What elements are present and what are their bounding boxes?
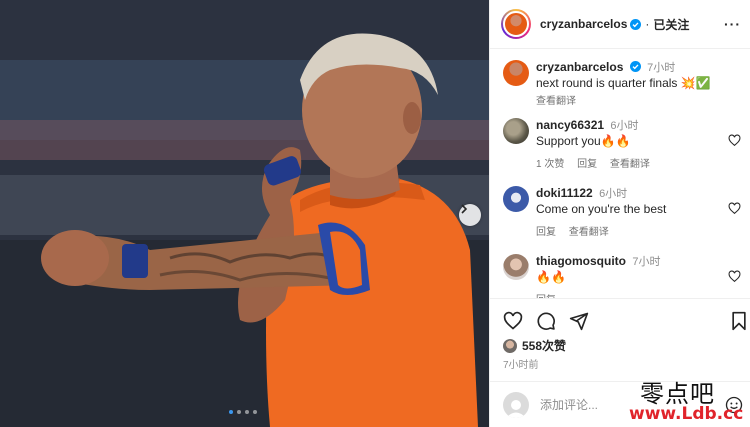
comment-username[interactable]: nancy66321 bbox=[536, 118, 604, 132]
comment-username[interactable]: thiagomosquito bbox=[536, 254, 626, 268]
avatar[interactable] bbox=[503, 254, 529, 280]
avatar[interactable] bbox=[503, 186, 529, 212]
carousel-dot bbox=[229, 410, 233, 414]
comment-time: 6小时 bbox=[610, 120, 639, 132]
save-bookmark-icon[interactable] bbox=[729, 311, 749, 331]
more-options-icon[interactable]: ··· bbox=[724, 16, 741, 32]
comment-bubble-icon[interactable] bbox=[536, 311, 556, 331]
post-side-panel: cryzanbarcelos · 已关注 ··· cryzanbarcelos … bbox=[489, 0, 750, 427]
carousel-dot bbox=[237, 410, 241, 414]
avatar[interactable] bbox=[503, 118, 529, 144]
comment-text: Support you🔥🔥 bbox=[536, 134, 631, 148]
carousel-dot bbox=[253, 410, 257, 414]
share-send-icon[interactable] bbox=[569, 311, 589, 331]
comment-time: 6小时 bbox=[599, 188, 628, 200]
comment-time: 7小时 bbox=[632, 256, 661, 268]
see-translation-link[interactable]: 查看翻译 bbox=[569, 227, 609, 238]
header-separator: · bbox=[645, 17, 650, 31]
comment-text: next round is quarter finals 💥✅ bbox=[536, 76, 711, 90]
like-comment-heart-icon[interactable] bbox=[728, 270, 741, 283]
likes-count[interactable]: 558次赞 bbox=[522, 337, 566, 354]
like-heart-icon[interactable] bbox=[503, 311, 523, 331]
current-user-avatar bbox=[503, 391, 529, 418]
comment-likes[interactable]: 1 次赞 bbox=[536, 159, 564, 170]
comment-time: 7小时 bbox=[647, 62, 676, 74]
next-image-button[interactable] bbox=[459, 204, 481, 226]
verified-badge-icon bbox=[629, 61, 641, 72]
see-translation-link[interactable]: 查看翻译 bbox=[536, 96, 576, 107]
post-header: cryzanbarcelos · 已关注 ··· bbox=[490, 0, 750, 49]
comment-text: Come on you're the best bbox=[536, 202, 667, 216]
avatar[interactable] bbox=[503, 60, 529, 86]
verified-badge-icon bbox=[630, 18, 642, 30]
player-illustration bbox=[0, 0, 489, 427]
carousel-dots bbox=[229, 410, 257, 414]
likes-row[interactable]: 558次赞 bbox=[503, 337, 566, 354]
see-translation-link[interactable]: 查看翻译 bbox=[610, 159, 650, 170]
post-photo[interactable] bbox=[0, 0, 489, 427]
like-comment-heart-icon[interactable] bbox=[728, 134, 741, 147]
carousel-dot bbox=[245, 410, 249, 414]
default-user-icon bbox=[506, 399, 526, 418]
comment-username[interactable]: cryzanbarcelos bbox=[536, 60, 623, 74]
comment-username[interactable]: doki11122 bbox=[536, 186, 593, 200]
liker-avatar bbox=[503, 338, 517, 353]
comment-text: 🔥🔥 bbox=[536, 270, 566, 284]
author-username[interactable]: cryzanbarcelos bbox=[540, 17, 627, 31]
watermark-url: www.Ldb.cc bbox=[629, 404, 744, 424]
chevron-right-icon bbox=[461, 204, 468, 214]
post-timestamp: 7小时前 bbox=[503, 360, 539, 371]
reply-link[interactable]: 回复 bbox=[536, 227, 556, 238]
author-avatar[interactable] bbox=[501, 9, 531, 39]
reply-link[interactable]: 回复 bbox=[577, 159, 597, 170]
following-button[interactable]: 已关注 bbox=[653, 16, 689, 33]
like-comment-heart-icon[interactable] bbox=[728, 202, 741, 215]
comments-list[interactable]: cryzanbarcelos 7小时 next round is quarter… bbox=[490, 50, 750, 298]
